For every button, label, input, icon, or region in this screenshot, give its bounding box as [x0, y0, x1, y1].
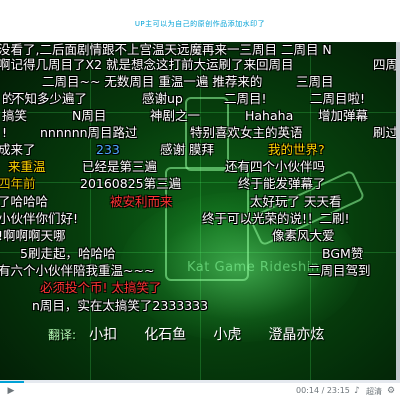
- danmaku-comment: 没看了,二后面剧情跟不上宫温天远魔再来一三周目 二周目 N: [0, 42, 332, 57]
- danmaku-comment: 二周目!: [224, 91, 267, 106]
- subtitle-label: 翻译:: [48, 328, 77, 342]
- danmaku-comment: 终于可以光荣的说!！二刷!: [202, 211, 350, 226]
- danmaku-comment: 增加弹幕: [318, 108, 369, 123]
- translator-name: 小扣: [89, 327, 118, 343]
- danmaku-comment: N周目: [72, 108, 107, 123]
- danmaku-comment: 二周目~~ 无数周目 重温一遍 推荐来的: [42, 74, 263, 89]
- time-display: 00:14 / 23:15: [296, 386, 350, 395]
- gear-icon[interactable]: ⚙: [386, 386, 396, 396]
- danmaku-comment: 二周目驾到: [308, 263, 371, 278]
- danmaku-comment: 刷过: [373, 125, 399, 140]
- danmaku-comment: 成来了: [0, 142, 36, 157]
- danmaku-comment: BGM赞: [322, 246, 364, 261]
- danmaku-comment: 感谢up: [142, 91, 183, 106]
- video-player[interactable]: Kat Game Rideshin 没看了,二后面剧情跟不上宫温天远魔再来一三周…: [0, 42, 400, 380]
- danmaku-comment: 我的世界?: [268, 142, 325, 157]
- danmaku-comment: 搞笑: [2, 108, 28, 123]
- danmaku-comment: 有六个小伙伴陪我重温~~~: [0, 263, 155, 278]
- translator-name: 化石鱼: [144, 327, 187, 343]
- video-watermark: Kat Game Rideshin: [187, 260, 320, 275]
- quality-button[interactable]: 超清: [366, 386, 382, 397]
- danmaku-comment: 必须投个币! 太搞笑了: [40, 280, 162, 295]
- translator-name: 澄晶亦炫: [268, 327, 325, 343]
- danmaku-comment: Hahaha: [245, 108, 294, 123]
- notice-bar: UP主可以为自己的原创作品添加水印了: [0, 0, 400, 43]
- danmaku-comment: 四周: [373, 57, 399, 72]
- volume-icon[interactable]: ♪: [352, 386, 362, 396]
- danmaku-comment: !啊啊啊天哪: [0, 228, 66, 243]
- danmaku-comment: 了哈哈哈: [0, 194, 49, 209]
- danmaku-comment: 已经是第三遍: [82, 159, 158, 174]
- danmaku-comment: 233: [96, 142, 120, 157]
- danmaku-comment: 来重温: [8, 159, 46, 174]
- time-total: 23:15: [326, 386, 350, 395]
- danmaku-comment: 神剧之一: [150, 108, 201, 123]
- progress-fill: [0, 381, 24, 383]
- danmaku-comment: nnnnnn周目路过: [40, 125, 138, 140]
- subtitle-line: 翻译: 小扣 化石鱼 小虎 澄晶亦炫: [48, 324, 346, 344]
- danmaku-comment: n周目，实在太搞笑了2333333: [32, 298, 209, 313]
- danmaku-comment: 被安利而来: [110, 194, 173, 209]
- page-scrollbar[interactable]: [396, 42, 400, 380]
- progress-bar[interactable]: [0, 381, 400, 383]
- danmaku-comment: 感谢 膜拜: [160, 142, 214, 157]
- translator-name: 小虎: [213, 327, 242, 343]
- danmaku-comment: 终于能发弹幕了: [238, 176, 326, 191]
- danmaku-comment: 三周目: [296, 74, 334, 89]
- danmaku-comment: 啊记得几周目了X2 就是想念这打前大运刷了来回周目: [0, 57, 294, 72]
- danmaku-comment: 二周目啦!: [310, 91, 366, 106]
- play-icon[interactable]: ▶: [6, 386, 16, 396]
- danmaku-comment: 还有四个小伙伴吗: [225, 159, 326, 174]
- player-controls: ▶ 00:14 / 23:15 ♪ 超清 ⚙: [0, 380, 400, 401]
- danmaku-comment: 不知多少遍了: [12, 91, 88, 106]
- danmaku-comment: 特别喜欢女主的英语: [190, 125, 303, 140]
- danmaku-comment: 小伙伴你们好!: [0, 211, 79, 226]
- time-current: 00:14: [296, 386, 320, 395]
- danmaku-comment: 四年前: [0, 176, 36, 191]
- danmaku-comment: !: [2, 125, 8, 140]
- danmaku-comment: 5刷走起，哈哈哈: [20, 246, 116, 261]
- danmaku-comment: 像素风大爱: [272, 228, 335, 243]
- danmaku-comment: 20160825第三遍: [80, 176, 182, 191]
- notice-text: UP主可以为自己的原创作品添加水印了: [134, 20, 266, 28]
- danmaku-comment: 太好玩了 天天看: [250, 194, 342, 209]
